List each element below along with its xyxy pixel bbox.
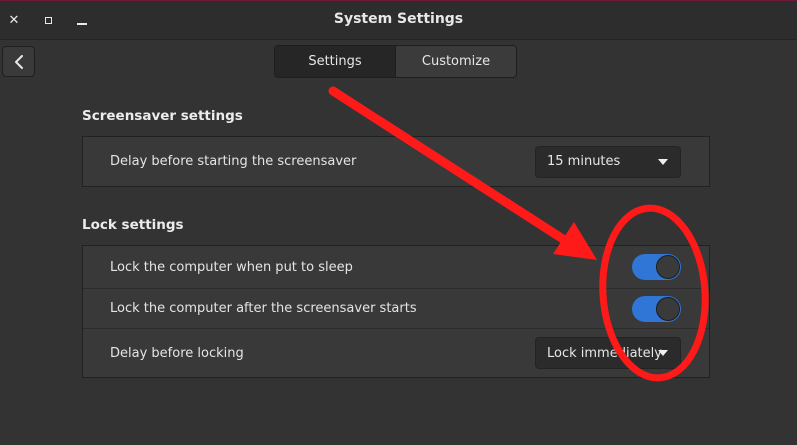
tab-settings[interactable]: Settings xyxy=(275,46,396,77)
title-bar: ✕ System Settings xyxy=(0,1,797,40)
back-button[interactable] xyxy=(2,46,35,77)
lock-delay-row: Delay before locking Lock immediately xyxy=(83,328,709,377)
caret-down-icon xyxy=(658,350,668,356)
screensaver-section-title: Screensaver settings xyxy=(82,108,243,124)
window-title: System Settings xyxy=(333,11,464,27)
view-switcher: Settings Customize xyxy=(274,45,517,78)
lock-delay-dropdown[interactable]: Lock immediately xyxy=(535,337,681,369)
toggle-knob xyxy=(656,255,680,279)
lock-after-screensaver-row: Lock the computer after the screensaver … xyxy=(83,288,709,328)
lock-on-sleep-label: Lock the computer when put to sleep xyxy=(110,259,353,275)
lock-on-sleep-row: Lock the computer when put to sleep xyxy=(83,246,709,288)
screensaver-delay-dropdown[interactable]: 15 minutes xyxy=(535,145,681,178)
screensaver-panel: Delay before starting the screensaver 15… xyxy=(82,136,710,187)
chevron-left-icon xyxy=(14,54,23,69)
screensaver-delay-label: Delay before starting the screensaver xyxy=(110,154,357,169)
lock-panel: Lock the computer when put to sleep Lock… xyxy=(82,245,710,378)
lock-after-screensaver-toggle[interactable] xyxy=(632,295,681,322)
lock-delay-label: Delay before locking xyxy=(110,345,244,361)
lock-after-screensaver-label: Lock the computer after the screensaver … xyxy=(110,301,417,316)
tab-customize[interactable]: Customize xyxy=(396,46,516,77)
screensaver-delay-value: 15 minutes xyxy=(547,154,621,169)
lock-on-sleep-toggle[interactable] xyxy=(632,254,681,280)
lock-section-title: Lock settings xyxy=(82,217,184,233)
lock-delay-value: Lock immediately xyxy=(547,345,662,361)
settings-window: ✕ System Settings Settings Customize Scr… xyxy=(0,0,797,445)
toggle-knob xyxy=(656,296,680,321)
screensaver-delay-row: Delay before starting the screensaver 15… xyxy=(83,137,709,186)
caret-down-icon xyxy=(658,158,668,165)
